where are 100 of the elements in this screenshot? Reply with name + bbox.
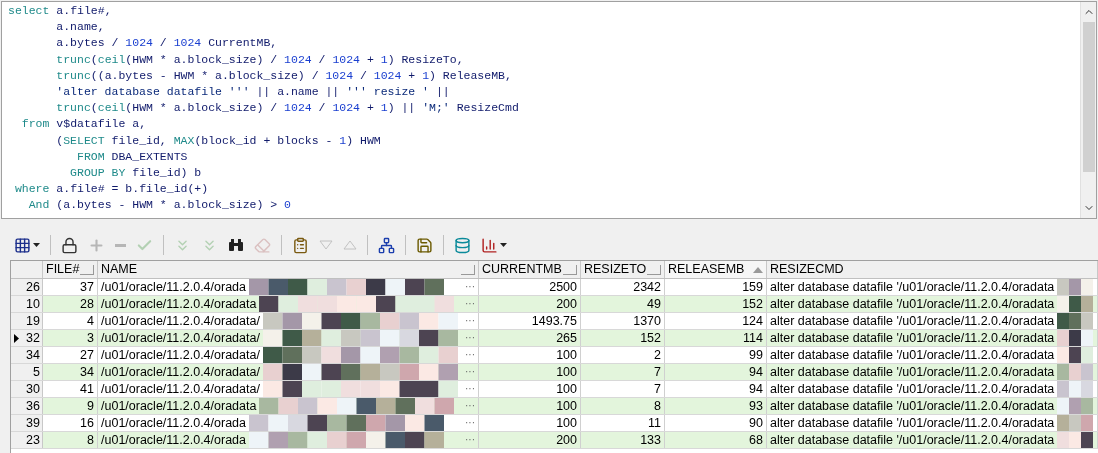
column-header[interactable]: RESIZECMD bbox=[767, 261, 1098, 278]
table-cell: 2500 bbox=[479, 279, 581, 295]
table-cell-text: alter database datafile '/u01/oracle/11.2.0.4/oradata bbox=[769, 347, 1056, 363]
row-indicator bbox=[11, 432, 21, 448]
sql-editor[interactable] bbox=[1, 1, 1097, 219]
redaction-mosaic bbox=[1057, 398, 1094, 414]
table-cell: 68 bbox=[665, 432, 767, 448]
table-cell: 28 bbox=[43, 296, 98, 312]
column-header[interactable]: NAME bbox=[98, 261, 479, 278]
ellipsis-button[interactable]: ··· bbox=[462, 282, 478, 292]
column-header[interactable]: RELEASEMB bbox=[665, 261, 767, 278]
redaction-mosaic bbox=[1057, 296, 1094, 312]
table-row[interactable]: 5 34 /u01/oracle/11.2.0.4/oradata/ ··· 100 7 94 alter database datafile '/u01/oracle/11.2.0.4/oradata bbox=[11, 364, 1098, 381]
table-cell: 8 bbox=[581, 398, 665, 414]
table-cell: 16 bbox=[43, 415, 98, 431]
table-row[interactable]: 30 41 /u01/oracle/11.2.0.4/oradata/ ··· 100 7 94 alter database datafile '/u01/oracle/11.2.0.4/oradata bbox=[11, 381, 1098, 398]
code-line: select a.file#, bbox=[8, 3, 112, 19]
redaction-mosaic bbox=[1057, 415, 1094, 431]
table-row[interactable]: 36 9 /u01/oracle/11.2.0.4/oradata ··· 100 8 93 alter database datafile '/u01/oracle/11.2.0.4/oradata bbox=[11, 398, 1098, 415]
ellipsis-button[interactable]: ··· bbox=[462, 299, 478, 309]
column-header[interactable]: FILE# bbox=[43, 261, 98, 278]
table-cell: 34 bbox=[43, 364, 98, 380]
ellipsis-button[interactable]: ··· bbox=[462, 435, 478, 445]
table-cell: 100 bbox=[479, 364, 581, 380]
code-line: GROUP BY file_id) b bbox=[69, 165, 202, 182]
table-cell-text: /u01/oracle/11.2.0.4/orada bbox=[100, 432, 247, 448]
row-number: 23 bbox=[21, 432, 43, 448]
table-cell: 4 bbox=[43, 313, 98, 329]
table-row[interactable]: 19 4 /u01/oracle/11.2.0.4/oradata/ ··· 1493.75 1370 124 alter database datafile '/u01/oracle/11.2.0.4/oradata bbox=[11, 313, 1098, 330]
vertical-scrollbar[interactable] bbox=[1080, 2, 1096, 218]
column-header[interactable]: CURRENTMB bbox=[479, 261, 581, 278]
table-cell-text: alter database datafile '/u01/oracle/11.2.0.4/oradata bbox=[769, 330, 1056, 346]
ellipsis-button[interactable]: ··· bbox=[462, 384, 478, 394]
row-number: 36 bbox=[21, 398, 43, 414]
code-line: a.name, bbox=[55, 19, 105, 36]
row-number: 26 bbox=[21, 279, 43, 295]
ellipsis-button[interactable]: ··· bbox=[462, 418, 478, 428]
redaction-mosaic bbox=[1057, 313, 1094, 329]
table-cell: 94 bbox=[665, 364, 767, 380]
table-cell-text: /u01/oracle/11.2.0.4/oradata/ bbox=[100, 381, 261, 397]
table-cell: 114 bbox=[665, 330, 767, 346]
row-indicator bbox=[11, 398, 21, 414]
table-cell: 8 bbox=[43, 432, 98, 448]
ellipsis-button[interactable]: ··· bbox=[462, 333, 478, 343]
table-cell-text: /u01/oracle/11.2.0.4/orada bbox=[100, 279, 247, 295]
table-cell: 37 bbox=[43, 279, 98, 295]
table-cell: 93 bbox=[665, 398, 767, 414]
code-line: FROM DBA_EXTENTS bbox=[76, 148, 188, 165]
table-cell: 94 bbox=[665, 381, 767, 397]
code-line: from v$datafile a, bbox=[20, 116, 147, 133]
table-cell-text: /u01/oracle/11.2.0.4/oradata/ bbox=[100, 330, 261, 346]
table-cell: 152 bbox=[665, 296, 767, 312]
table-cell: 100 bbox=[479, 398, 581, 414]
table-cell-text: /u01/oracle/11.2.0.4/oradata bbox=[100, 398, 258, 414]
table-cell-text: alter database datafile '/u01/oracle/11.2.0.4/oradata bbox=[769, 381, 1056, 397]
code-line: And (a.bytes - HWM * a.block_size) > 0 bbox=[27, 197, 291, 214]
table-cell-text: /u01/oracle/11.2.0.4/oradata/ bbox=[100, 347, 261, 363]
table-cell-text: /u01/oracle/11.2.0.4/oradata/ bbox=[100, 313, 261, 329]
table-cell: 90 bbox=[665, 415, 767, 431]
table-cell: 41 bbox=[43, 381, 98, 397]
table-row[interactable]: 23 8 /u01/oracle/11.2.0.4/orada ··· 200 133 68 alter database datafile '/u01/oracle/11.2.0.4/oradata bbox=[11, 432, 1098, 449]
redaction-mosaic bbox=[1057, 347, 1094, 363]
table-cell: 7 bbox=[581, 381, 665, 397]
table-cell: 1493.75 bbox=[479, 313, 581, 329]
row-number: 34 bbox=[21, 347, 43, 363]
table-cell-text: alter database datafile '/u01/oracle/11.2.0.4/oradata bbox=[769, 415, 1056, 431]
table-row[interactable]: 26 37 /u01/oracle/11.2.0.4/orada ··· 2500 2342 159 alter database datafile '/u01/oracle/11.2.0.4/oradata bbox=[11, 279, 1098, 296]
code-line: (SELECT file_id, MAX(block_id + blocks - 1) HWM bbox=[55, 132, 381, 149]
table-cell: 11 bbox=[581, 415, 665, 431]
table-cell: 2 bbox=[581, 347, 665, 363]
code-line: trunc(ceil(HWM * a.block_size) / 1024 / 1024 + 1) || 'M;' ResizeCmd bbox=[55, 100, 519, 117]
row-number: 10 bbox=[21, 296, 43, 312]
code-line: where a.file# = b.file_id(+) bbox=[13, 181, 209, 198]
redaction-mosaic bbox=[1057, 381, 1094, 397]
table-cell-text: alter database datafile '/u01/oracle/11.2.0.4/oradata bbox=[769, 398, 1056, 414]
table-cell-text: alter database datafile '/u01/oracle/11.2.0.4/oradata bbox=[769, 313, 1056, 329]
row-indicator bbox=[11, 347, 21, 363]
table-row[interactable]: 32 3 /u01/oracle/11.2.0.4/oradata/ ··· 265 152 114 alter database datafile '/u01/oracle/11.2.0.4/oradata bbox=[11, 330, 1098, 347]
table-cell: 27 bbox=[43, 347, 98, 363]
redaction-mosaic bbox=[1057, 330, 1094, 346]
table-row[interactable]: 34 27 /u01/oracle/11.2.0.4/oradata/ ··· 100 2 99 alter database datafile '/u01/oracle/11.2.0.4/oradata bbox=[11, 347, 1098, 364]
table-cell-text: alter database datafile '/u01/oracle/11.2.0.4/oradata bbox=[769, 279, 1056, 295]
ellipsis-button[interactable]: ··· bbox=[462, 401, 478, 411]
ellipsis-button[interactable]: ··· bbox=[462, 350, 478, 360]
table-cell-text: /u01/oracle/11.2.0.4/oradata/ bbox=[100, 364, 261, 380]
table-row[interactable]: 39 16 /u01/oracle/11.2.0.4/orada ··· 100 11 90 alter database datafile '/u01/oracle/11.2.0.4/oradata bbox=[11, 415, 1098, 432]
ellipsis-button[interactable]: ··· bbox=[462, 316, 478, 326]
table-cell-text: /u01/oracle/11.2.0.4/orada bbox=[100, 415, 247, 431]
code-line: 'alter database datafile ''' || a.name || ''' resize ' || bbox=[55, 84, 450, 100]
ellipsis-button[interactable]: ··· bbox=[462, 367, 478, 377]
sort-ascending-icon bbox=[753, 266, 763, 273]
row-number: 32 bbox=[21, 330, 43, 346]
table-cell: 159 bbox=[665, 279, 767, 295]
table-cell-text: alter database datafile '/u01/oracle/11.2.0.4/oradata bbox=[769, 364, 1056, 380]
table-row[interactable]: 10 28 /u01/oracle/11.2.0.4/oradata ··· 200 49 152 alter database datafile '/u01/oracle/11.2.0.4/oradata bbox=[11, 296, 1098, 313]
table-cell: 100 bbox=[479, 415, 581, 431]
table-cell: 152 bbox=[581, 330, 665, 346]
table-cell-text: alter database datafile '/u01/oracle/11.2.0.4/oradata bbox=[769, 432, 1056, 448]
table-cell: 100 bbox=[479, 347, 581, 363]
table-cell: 2342 bbox=[581, 279, 665, 295]
